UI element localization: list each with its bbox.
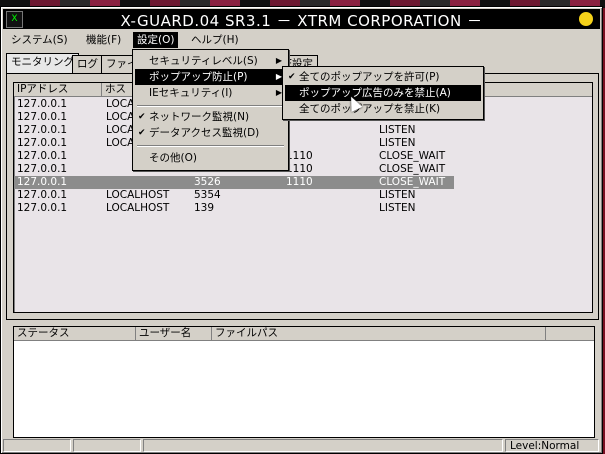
status-list[interactable]: ステータス ユーザー名 ファイルパス xyxy=(13,326,595,438)
cell-port: 139 xyxy=(194,202,215,214)
menu-item-label: 全てのポップアップを許可(P) xyxy=(299,71,440,83)
tab-log[interactable]: ログ xyxy=(72,55,103,73)
menu-item-popup-prevention[interactable]: ポップアップ防止(P) ▶ xyxy=(135,69,286,85)
cell-ip: 127.0.0.1 xyxy=(17,111,68,123)
status-bar: Level:Normal xyxy=(3,439,600,453)
table-row[interactable]: 127.0.0.1 LOCALHOST 139 LISTEN xyxy=(14,202,454,215)
check-icon: ✔ xyxy=(138,112,146,122)
menu-item-block-ad-popups[interactable]: ポップアップ広告のみを禁止(A) xyxy=(285,85,481,101)
menu-separator xyxy=(137,105,284,107)
menu-item-allow-all-popups[interactable]: ✔ 全てのポップアップを許可(P) xyxy=(285,69,481,85)
cell-state: LISTEN xyxy=(379,137,416,149)
menu-item-label: セキュリティレベル(S) xyxy=(149,55,258,67)
cell-ip: 127.0.0.1 xyxy=(17,163,68,175)
cell-state: LISTEN xyxy=(379,202,416,214)
menu-item-block-all-popups[interactable]: 全てのポップアップを禁止(K) xyxy=(285,101,481,117)
cell-host: LOCA xyxy=(106,137,135,149)
cell-ip: 127.0.0.1 xyxy=(17,176,68,188)
cell-host: LOCA xyxy=(106,124,135,136)
menu-item-security-level[interactable]: セキュリティレベル(S) ▶ xyxy=(135,53,286,69)
cell-state: CLOSE_WAIT xyxy=(379,176,446,188)
window-title: X-GUARD.04 SR3.1 － XTRM CORPORATION － xyxy=(120,12,483,30)
menu-item-label: ポップアップ防止(P) xyxy=(149,71,248,83)
menu-item-label: その他(O) xyxy=(149,152,197,164)
cell-host: LOCALHOST xyxy=(106,202,170,214)
check-icon: ✔ xyxy=(138,128,146,138)
menu-item-label: データアクセス監視(D) xyxy=(149,127,260,139)
cell-ip: 127.0.0.1 xyxy=(17,137,68,149)
title-bar[interactable]: X X-GUARD.04 SR3.1 － XTRM CORPORATION － xyxy=(3,9,600,30)
cell-host: LOCA xyxy=(106,98,135,110)
menu-function[interactable]: 機能(F) xyxy=(82,32,125,48)
menu-item-label: 全てのポップアップを禁止(K) xyxy=(299,103,441,115)
menu-item-data-access-monitor[interactable]: ✔ データアクセス監視(D) xyxy=(135,125,286,141)
menu-bar: システム(S) 機能(F) 設定(O) ヘルプ(H) xyxy=(3,31,600,49)
menu-item-ie-security[interactable]: IEセキュリティ(I) ▶ xyxy=(135,85,286,101)
menu-item-label: ポップアップ広告のみを禁止(A) xyxy=(299,87,451,99)
column-header-username[interactable]: ユーザー名 xyxy=(136,327,212,341)
tab-monitoring[interactable]: モニタリング xyxy=(6,53,79,74)
table-row-selected[interactable]: 127.0.0.1 3526 1110 CLOSE_WAIT xyxy=(14,176,454,189)
cell-remote-port: 1110 xyxy=(286,163,313,175)
cell-ip: 127.0.0.1 xyxy=(17,202,68,214)
menu-settings[interactable]: 設定(O) xyxy=(133,32,179,48)
cell-ip: 127.0.0.1 xyxy=(17,189,68,201)
cell-ip: 127.0.0.1 xyxy=(17,150,68,162)
popup-submenu: ✔ 全てのポップアップを許可(P) ポップアップ広告のみを禁止(A) 全てのポッ… xyxy=(282,66,484,120)
menu-system[interactable]: システム(S) xyxy=(7,32,72,48)
menu-item-label: ネットワーク監視(N) xyxy=(149,111,250,123)
menu-item-other[interactable]: その他(O) xyxy=(135,150,286,166)
cell-state: CLOSE_WAIT xyxy=(379,150,446,162)
table-row[interactable]: 127.0.0.1 LOCALHOST 5354 LISTEN xyxy=(14,189,454,202)
security-level-label: Level:Normal xyxy=(505,439,599,452)
settings-dropdown: セキュリティレベル(S) ▶ ポップアップ防止(P) ▶ IEセキュリティ(I)… xyxy=(132,49,289,171)
column-header-filepath[interactable]: ファイルパス xyxy=(212,327,546,341)
menu-help[interactable]: ヘルプ(H) xyxy=(187,32,243,48)
status-panel xyxy=(73,439,141,452)
cell-remote-port: 1110 xyxy=(286,150,313,162)
cell-state: CLOSE_WAIT xyxy=(379,163,446,175)
menu-item-label: IEセキュリティ(I) xyxy=(149,87,233,99)
cell-remote-port: 1110 xyxy=(286,176,313,188)
column-header-status[interactable]: ステータス xyxy=(14,327,136,341)
cell-host: LOCALHOST xyxy=(106,189,170,201)
column-header-ip[interactable]: IPアドレス xyxy=(14,83,102,97)
menu-item-network-monitor[interactable]: ✔ ネットワーク監視(N) xyxy=(135,109,286,125)
cell-port: 5354 xyxy=(194,189,221,201)
cell-state: LISTEN xyxy=(379,189,416,201)
cell-port: 3526 xyxy=(194,176,221,188)
minimize-button[interactable] xyxy=(578,11,594,27)
menu-separator xyxy=(137,145,284,147)
cell-state: LISTEN xyxy=(379,124,416,136)
status-panel xyxy=(143,439,503,452)
cell-ip: 127.0.0.1 xyxy=(17,124,68,136)
status-panel xyxy=(3,439,71,452)
check-icon: ✔ xyxy=(288,72,296,82)
cell-host: LOCA xyxy=(106,111,135,123)
cell-ip: 127.0.0.1 xyxy=(17,98,68,110)
column-header-blank xyxy=(546,327,594,341)
